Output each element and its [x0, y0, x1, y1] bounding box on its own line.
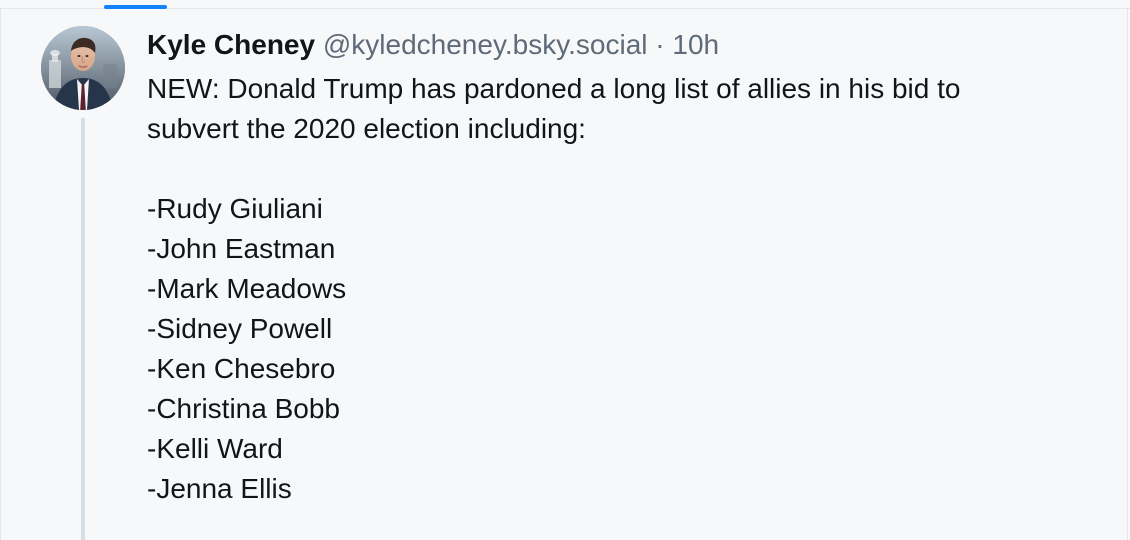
- post-right-border: [1127, 9, 1128, 540]
- list-item: -Mark Meadows: [147, 273, 347, 304]
- list-item: -John Eastman: [147, 233, 336, 264]
- post-text-line: subvert the 2020 election including:: [147, 113, 586, 144]
- post-body: NEW: Donald Trump has pardoned a long li…: [147, 69, 1087, 509]
- thread-line: [81, 118, 85, 540]
- list-item: -Kelli Ward: [147, 433, 283, 464]
- post-left-border: [0, 9, 1, 540]
- top-divider: [0, 8, 1130, 9]
- list-item: -Sidney Powell: [147, 313, 333, 344]
- post-header: Kyle Cheney @kyledcheney.bsky.social · 1…: [147, 28, 719, 62]
- post-time[interactable]: 10h: [672, 29, 719, 60]
- list-item: -Ken Chesebro: [147, 353, 336, 384]
- author-avatar[interactable]: [41, 26, 125, 110]
- user-avatar-icon: [41, 26, 125, 110]
- list-item: -Christina Bobb: [147, 393, 340, 424]
- active-tab-indicator: [104, 5, 167, 9]
- author-handle[interactable]: @kyledcheney.bsky.social: [323, 29, 648, 60]
- list-item: -Jenna Ellis: [147, 473, 292, 504]
- metadata-separator: ·: [655, 29, 665, 60]
- list-item: -Rudy Giuliani: [147, 193, 323, 224]
- author-name[interactable]: Kyle Cheney: [147, 29, 315, 60]
- post-spacer: [147, 149, 1087, 189]
- post-text-line: NEW: Donald Trump has pardoned a long li…: [147, 73, 961, 104]
